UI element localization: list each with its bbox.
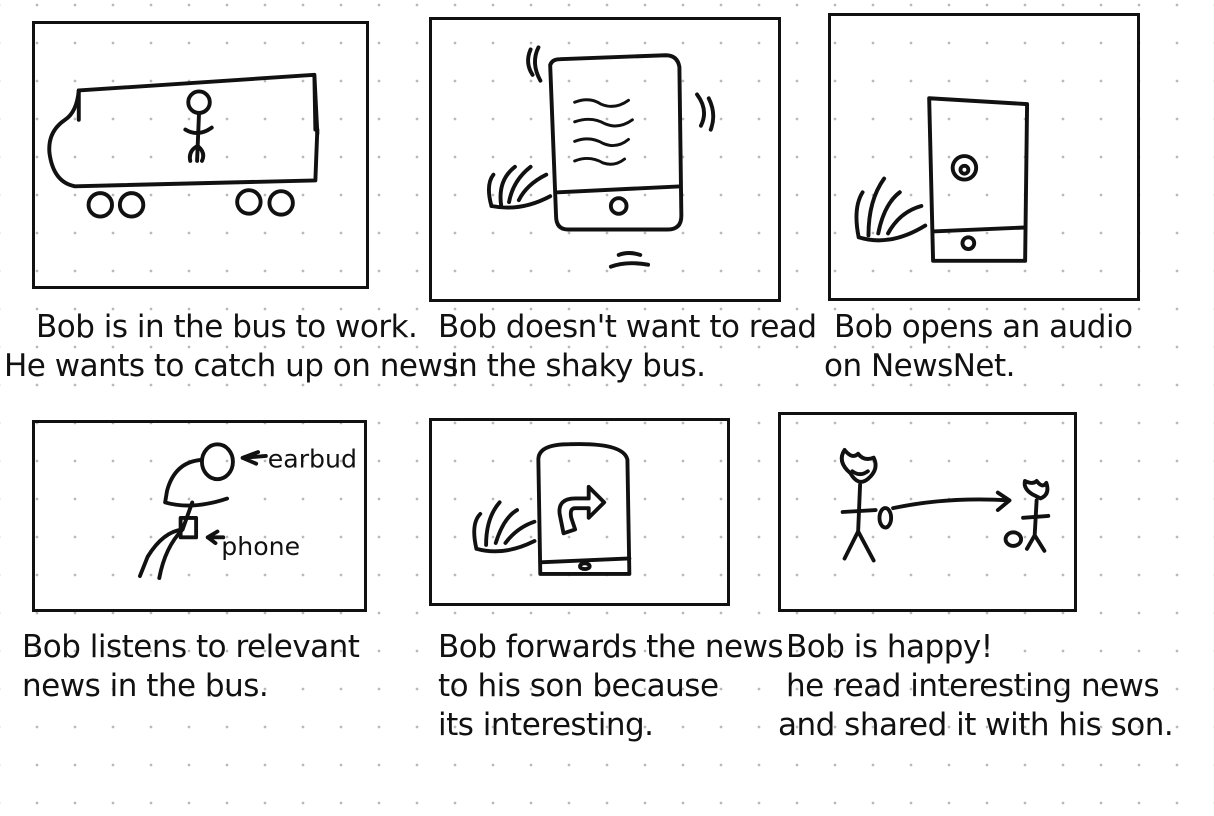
forward-phone-icon	[472, 442, 632, 576]
panel-6-caption: Bob is happy! he read interesting news a…	[778, 628, 1174, 745]
caption-line: Bob opens an audio	[834, 309, 1133, 345]
caption-line: Bob is happy!	[786, 629, 993, 665]
panel-3-audio-phone-scene	[828, 13, 1140, 301]
panel-2-shaky-phone-scene	[429, 17, 781, 302]
panel-5-caption: Bob forwards the news to his son because…	[438, 628, 784, 745]
caption-line: and shared it with his son.	[778, 707, 1174, 743]
panel-3-caption: Bob opens an audio on NewsNet.	[824, 308, 1133, 386]
caption-line: news in the bus.	[22, 668, 269, 704]
caption-line: he read interesting news	[786, 668, 1160, 704]
caption-line: Bob is in the bus to work.	[36, 309, 418, 345]
caption-line: its interesting.	[438, 707, 654, 743]
caption-line: Bob forwards the news	[438, 629, 784, 665]
panel-5-forward-scene	[429, 418, 730, 606]
panel-6-sharing-scene	[778, 412, 1077, 612]
caption-line: Bob doesn't want to read	[438, 309, 817, 345]
panel-4-caption: Bob listens to relevant news in the bus.	[22, 628, 360, 706]
caption-line: Bob listens to relevant	[22, 629, 360, 665]
shaky-phone-icon	[487, 45, 716, 269]
phone-label: phone	[221, 532, 300, 561]
earbud-label: earbud	[268, 445, 357, 474]
listening-person-icon: earbud phone	[137, 442, 357, 580]
panel-1-caption: Bob is in the bus to work. He wants to c…	[4, 308, 468, 386]
caption-line: to his son because	[438, 668, 719, 704]
caption-line: on NewsNet.	[824, 348, 1016, 384]
caption-line: in the shaky bus.	[450, 348, 706, 384]
panel-1-bus-scene	[32, 21, 369, 289]
panel-2-caption: Bob doesn't want to read in the shaky bu…	[438, 308, 817, 386]
bus-icon	[47, 72, 320, 219]
sharing-people-icon	[839, 447, 1051, 563]
caption-line: He wants to catch up on news.	[4, 348, 468, 384]
panel-4-listening-scene: earbud phone	[32, 420, 367, 612]
audio-phone-icon	[854, 96, 1030, 263]
